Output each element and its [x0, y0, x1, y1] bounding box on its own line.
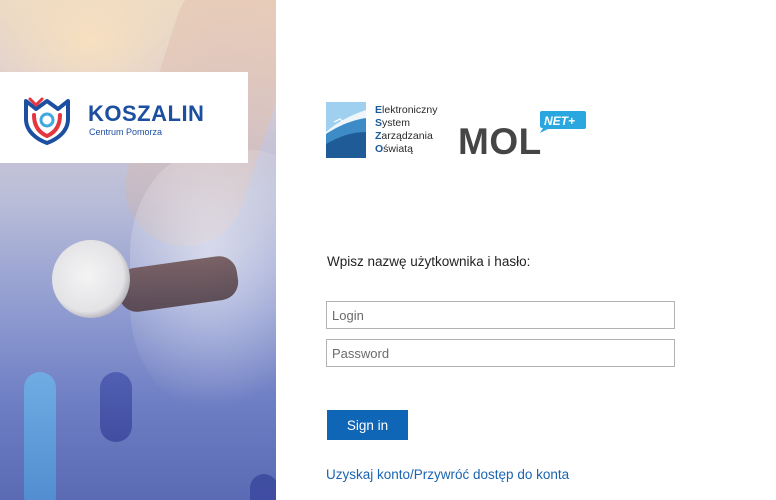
login-input[interactable] — [326, 301, 675, 329]
brand-name: KOSZALIN — [88, 101, 205, 126]
eszo-line: System — [375, 117, 411, 129]
mol-net-logo: MOL NET+ — [458, 111, 588, 163]
mol-net-badge: NET+ — [544, 114, 576, 128]
account-recovery-link[interactable]: Uzyskaj konto/Przywróć dostęp do konta — [326, 467, 569, 482]
eszo-line: Elektroniczny — [375, 104, 438, 116]
photo-watch — [52, 240, 130, 318]
koszalin-logo-card: KOSZALIN Centrum Pomorza — [0, 72, 248, 163]
decor-pill-light-blue — [24, 372, 56, 500]
sign-in-button[interactable]: Sign in — [327, 410, 408, 440]
mol-wordmark: MOL — [458, 121, 542, 162]
eszo-line: Oświatą — [375, 143, 413, 155]
decor-pill-dark-blue — [100, 372, 132, 442]
eszo-wave-icon — [326, 102, 366, 158]
eszo-logo: Elektroniczny System Zarządzania Oświatą — [326, 102, 456, 158]
password-input[interactable] — [326, 339, 675, 367]
login-prompt: Wpisz nazwę użytkownika i hasło: — [327, 254, 531, 269]
eszo-wordmark: Elektroniczny System Zarządzania Oświatą — [375, 104, 437, 156]
decor-pill-corner — [250, 474, 276, 500]
koszalin-crest-icon — [24, 97, 70, 145]
eszo-line: Zarządzania — [375, 130, 433, 142]
background-photo-panel: KOSZALIN Centrum Pomorza — [0, 0, 276, 500]
brand-subtitle: Centrum Pomorza — [89, 127, 163, 137]
